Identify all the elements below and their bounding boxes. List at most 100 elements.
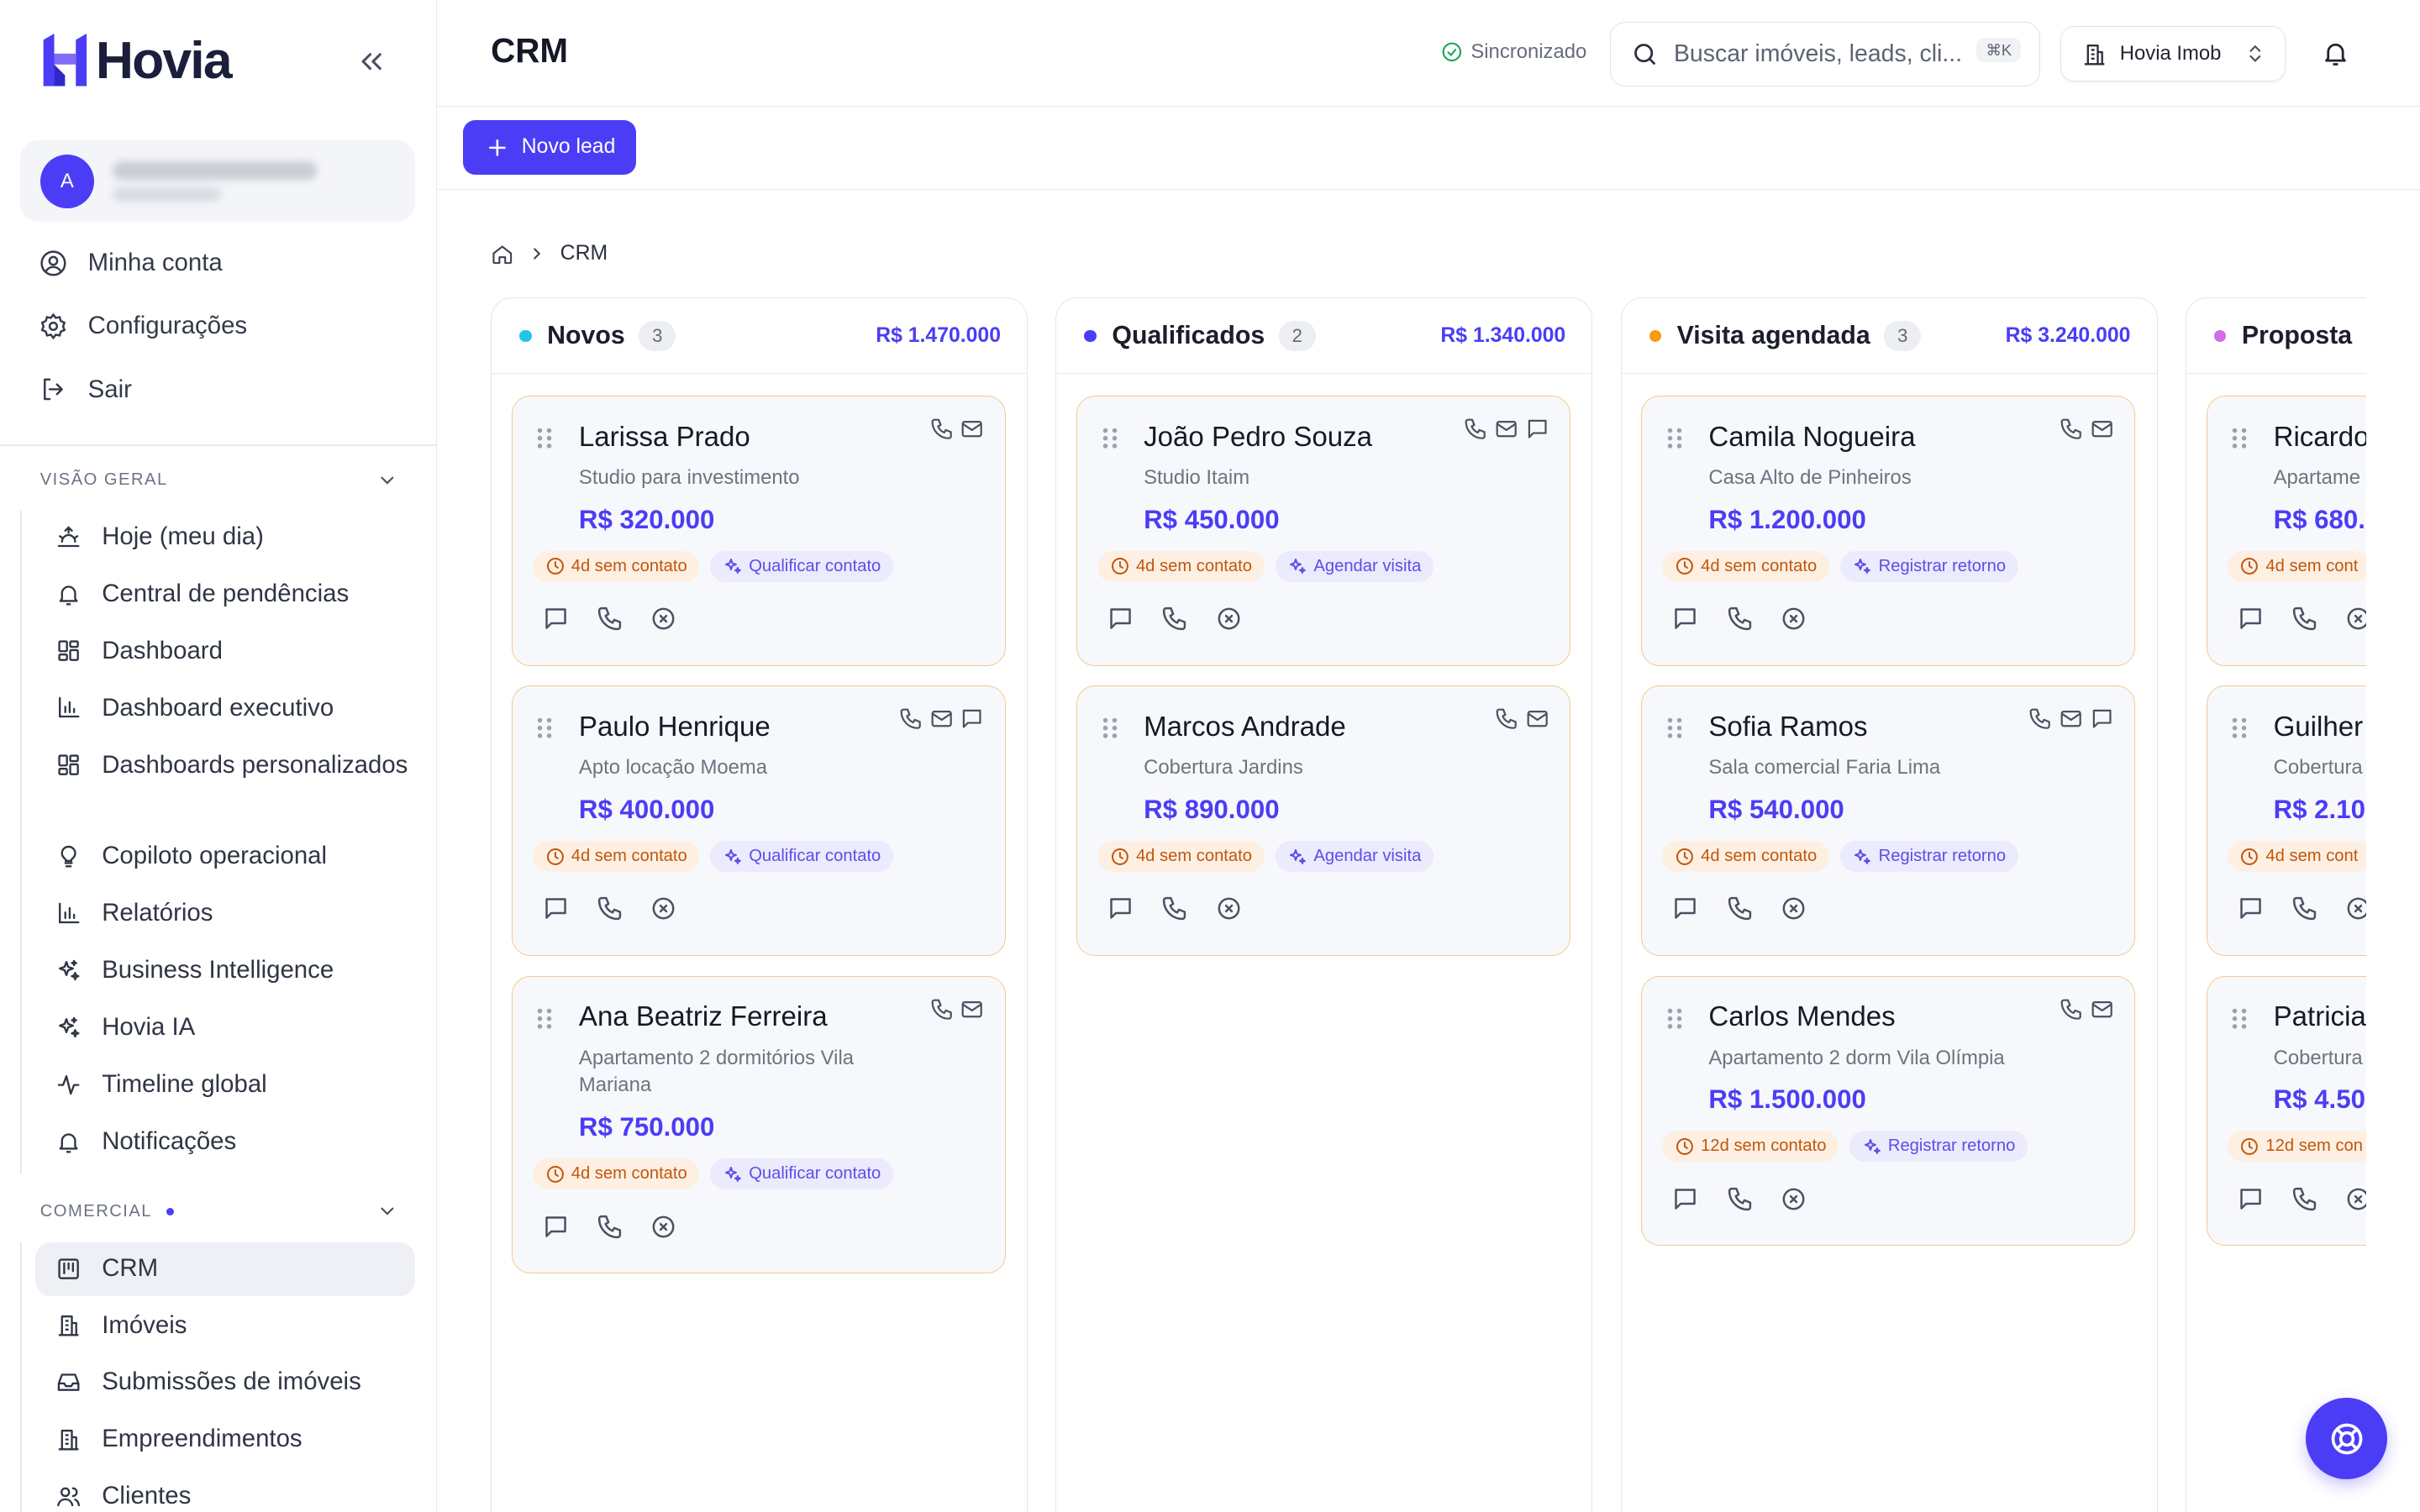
card-actions [542,1213,678,1241]
sidebar-item-clientes[interactable]: Clientes [35,1479,415,1512]
drag-handle-icon[interactable] [2230,716,2249,740]
sidebar-item-central-pendencias[interactable]: Central de pendências [35,577,415,611]
phone-icon[interactable] [1726,895,1754,922]
menu-item-sair[interactable]: Sair [39,375,132,404]
sidebar: Hovia A Minha conta Configurações Sair V… [0,0,437,1512]
x-circle-icon[interactable] [2344,895,2366,922]
phone-icon[interactable] [1160,605,1188,633]
lead-card[interactable]: Ana Beatriz Ferreira Apartamento 2 dormi… [511,975,1006,1274]
x-circle-icon[interactable] [650,605,677,633]
phone-icon[interactable] [1726,605,1754,633]
lead-card[interactable]: Carlos Mendes Apartamento 2 dorm Vila Ol… [1641,975,2136,1247]
message-icon[interactable] [2237,895,2265,922]
message-icon[interactable] [542,605,570,633]
next-action-chip[interactable]: Qualificar contato [710,550,893,582]
drag-handle-icon[interactable] [1665,716,1684,740]
next-action-chip[interactable]: Agendar visita [1275,550,1434,582]
sidebar-item-hovia-ia[interactable]: Hovia IA [35,1011,415,1044]
message-icon[interactable] [1671,895,1699,922]
drag-handle-icon[interactable] [535,426,554,450]
sidebar-item-notificacoes[interactable]: Notificações [35,1125,415,1158]
phone-icon[interactable] [1160,895,1188,922]
drag-handle-icon[interactable] [535,1006,554,1031]
sidebar-item-imoveis[interactable]: Imóveis [35,1309,415,1342]
section-header-visao-geral[interactable]: VISÃO GERAL [40,470,398,490]
new-lead-button[interactable]: Novo lead [463,120,636,175]
lead-card[interactable]: Marcos Andrade Cobertura Jardins R$ 890.… [1076,685,1570,956]
phone-icon[interactable] [2291,605,2318,633]
sidebar-item-dashboard-executivo[interactable]: Dashboard executivo [35,691,415,725]
phone-icon[interactable] [1726,1185,1754,1213]
message-icon[interactable] [542,1213,570,1241]
sidebar-item-dashboards-personalizados[interactable]: Dashboards personalizados [35,748,415,782]
menu-item-minha-conta[interactable]: Minha conta [39,249,223,278]
sidebar-item-label: Empreendimentos [102,1425,302,1453]
x-circle-icon[interactable] [1780,1185,1807,1213]
phone-icon[interactable] [2291,895,2318,922]
x-circle-icon[interactable] [1780,895,1807,922]
message-icon[interactable] [1671,1185,1699,1213]
phone-icon[interactable] [2291,1185,2318,1213]
message-icon[interactable] [2237,1185,2265,1213]
menu-item-configuracoes[interactable]: Configurações [39,312,247,341]
lead-card[interactable]: Ricardo Apartame R$ 680. 4d sem cont [2206,396,2366,666]
message-icon[interactable] [1107,895,1134,922]
drag-handle-icon[interactable] [2230,426,2249,450]
next-action-chip[interactable]: Qualificar contato [710,841,893,872]
phone-icon[interactable] [596,1213,623,1241]
organization-switcher[interactable]: Hovia Imob [2060,26,2286,82]
sidebar-item-submissoes-imoveis[interactable]: Submissões de imóveis [35,1365,415,1399]
message-icon[interactable] [542,895,570,922]
sidebar-item-business-intelligence[interactable]: Business Intelligence [35,953,415,987]
notifications-bell-icon[interactable] [2321,39,2350,68]
section-header-comercial[interactable]: COMERCIAL [40,1202,398,1221]
next-action-chip[interactable]: Qualificar contato [710,1158,893,1190]
x-circle-icon[interactable] [1215,605,1243,633]
drag-handle-icon[interactable] [1101,426,1119,450]
home-icon[interactable] [491,243,514,266]
drag-handle-icon[interactable] [2230,1006,2249,1031]
sidebar-item-empreendimentos[interactable]: Empreendimentos [35,1422,415,1456]
x-circle-icon[interactable] [2344,605,2366,633]
phone-icon[interactable] [596,605,623,633]
message-icon[interactable] [1107,605,1134,633]
drag-handle-icon[interactable] [1101,716,1119,740]
lead-card[interactable]: Guilher Cobertura R$ 2.10 4d sem cont [2206,685,2366,956]
message-icon[interactable] [1671,605,1699,633]
next-action-chip[interactable]: Registrar retorno [1839,550,2018,582]
x-circle-icon[interactable] [650,895,677,922]
phone-icon[interactable] [596,895,623,922]
next-action-chip[interactable]: Agendar visita [1275,841,1434,872]
lead-tags: 4d sem cont [2227,550,2366,582]
message-icon[interactable] [2237,605,2265,633]
x-circle-icon[interactable] [650,1213,677,1241]
sidebar-item-copiloto-operacional[interactable]: Copiloto operacional [35,839,415,873]
sidebar-item-dashboard[interactable]: Dashboard [35,634,415,668]
x-circle-icon[interactable] [2344,1185,2366,1213]
user-profile-card[interactable]: A [19,140,416,223]
lead-card[interactable]: Larissa Prado Studio para investimento R… [511,396,1006,666]
drag-handle-icon[interactable] [1665,426,1684,450]
lead-card[interactable]: Patricia Cobertura R$ 4.50 12d sem con [2206,975,2366,1247]
hovia-logo[interactable]: Hovia [40,33,233,88]
lead-card[interactable]: João Pedro Souza Studio Itaim R$ 450.000… [1076,396,1570,666]
support-fab-button[interactable] [2306,1398,2388,1480]
phone-icon [900,708,921,730]
drag-handle-icon[interactable] [1665,1006,1684,1031]
next-action-chip[interactable]: Registrar retorno [1849,1131,2028,1163]
sidebar-item-relatorios[interactable]: Relatórios [35,896,415,930]
next-action-chip[interactable]: Registrar retorno [1839,841,2018,872]
sidebar-item-hoje[interactable]: Hoje (meu dia) [35,520,415,554]
drag-handle-icon[interactable] [535,716,554,740]
no-contact-badge: 4d sem cont [2227,841,2366,872]
x-circle-icon[interactable] [1780,605,1807,633]
lead-value: R$ 540.000 [1708,795,1844,825]
sidebar-item-crm[interactable]: CRM [35,1242,416,1296]
lead-card[interactable]: Sofia Ramos Sala comercial Faria Lima R$… [1641,685,2136,956]
lead-card[interactable]: Paulo Henrique Apto locação Moema R$ 400… [511,685,1006,956]
lead-card[interactable]: Camila Nogueira Casa Alto de Pinheiros R… [1641,396,2136,666]
sidebar-item-timeline-global[interactable]: Timeline global [35,1068,415,1101]
collapse-sidebar-icon[interactable] [355,45,388,78]
x-circle-icon[interactable] [1215,895,1243,922]
global-search-input[interactable]: Buscar imóveis, leads, cli... ⌘K [1609,21,2041,87]
